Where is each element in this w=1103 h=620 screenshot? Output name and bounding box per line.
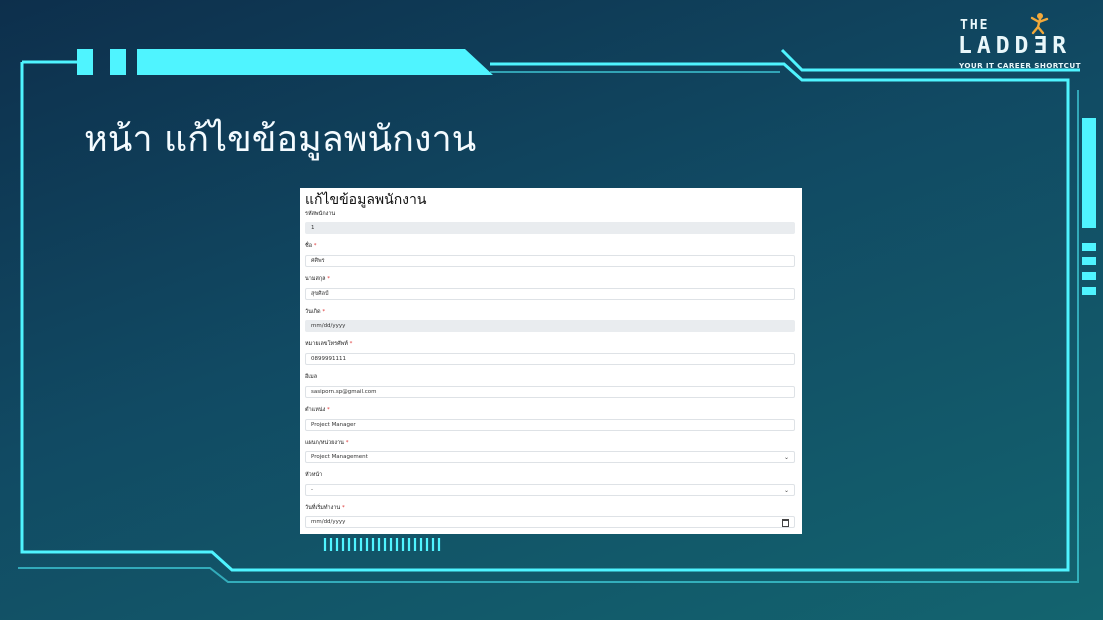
slide-title: หน้า แก้ไขข้อมูลพนักงาน [84, 119, 477, 160]
supervisor-label: หัวหน้า [305, 472, 323, 478]
calendar-icon[interactable] [782, 519, 789, 527]
first-name-input[interactable]: ศศิพร [305, 255, 795, 267]
email-label: อีเมล [305, 374, 318, 380]
edit-employee-form-screenshot: แก้ไขข้อมูลพนักงาน รหัสพนักงาน 1 ชื่อ * … [300, 188, 802, 534]
logo-ladder-text: LADDƎR [958, 33, 1072, 59]
start-date-input[interactable]: mm/dd/yyyy [305, 516, 795, 528]
position-input[interactable]: Project Manager [305, 419, 795, 431]
logo-tagline: YOUR IT CAREER SHORTCUT [959, 61, 1081, 70]
first-name-label: ชื่อ * [305, 243, 317, 249]
birth-date-input: mm/dd/yyyy [305, 320, 795, 332]
chevron-down-icon: ⌄ [783, 454, 789, 461]
start-date-label: วันที่เริ่มทำงาน * [305, 505, 345, 511]
department-label: แผนก/หน่วยงาน * [305, 440, 349, 446]
email-input[interactable]: sasiporn.sp@gmail.com [305, 386, 795, 398]
phone-label: หมายเลขโทรศัพท์ * [305, 341, 353, 347]
chevron-down-icon: ⌄ [783, 487, 789, 494]
last-name-label: นามสกุล * [305, 276, 331, 282]
position-label: ตำแหน่ง * [305, 407, 330, 413]
the-ladder-logo: THE LADDƎR YOUR IT CAREER SHORTCUT [956, 12, 1081, 72]
phone-input[interactable]: 0899991111 [305, 353, 795, 365]
supervisor-select[interactable]: - ⌄ [305, 484, 795, 496]
employee-id-input: 1 [305, 222, 795, 234]
birth-date-label: วันเกิด * [305, 309, 326, 315]
last-name-input[interactable]: สุขศิลป์ [305, 288, 795, 300]
department-select[interactable]: Project Management ⌄ [305, 451, 795, 463]
logo-the-text: THE [960, 18, 990, 33]
form-title: แก้ไขข้อมูลพนักงาน [305, 192, 427, 208]
employee-id-label: รหัสพนักงาน [305, 211, 336, 217]
